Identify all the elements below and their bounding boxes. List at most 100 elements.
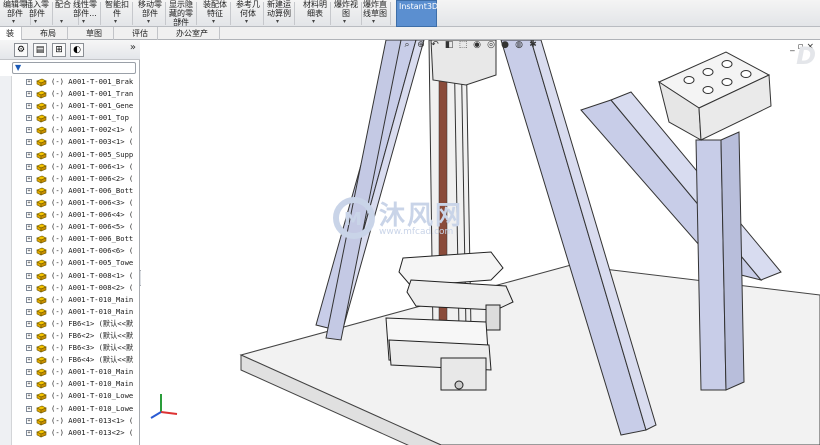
zoom-area-icon[interactable]: ⊕ xyxy=(415,40,427,56)
tree-item[interactable]: + (-) A001-T-010_Lowe xyxy=(26,403,138,415)
tree-item[interactable]: + (-) A001-T-010_Main xyxy=(26,378,138,390)
tree-item[interactable]: + (-) FB6<4> (默认<<默 xyxy=(26,354,138,366)
tree-item[interactable]: + (-) A001-T-002<1> ( xyxy=(26,124,138,136)
feature-tree-tab-icon[interactable]: ⚙ xyxy=(14,43,28,57)
tree-item[interactable]: + (-) A001-T-013<1> ( xyxy=(26,415,138,427)
collapse-icon[interactable]: » xyxy=(130,42,136,53)
chevron-down-icon[interactable]: ▾ xyxy=(343,17,346,26)
tree-item[interactable]: + (-) A001-T-001_Top xyxy=(26,112,138,124)
expand-icon[interactable]: + xyxy=(26,320,32,327)
tree-item[interactable]: + (-) A001-T-006<4> ( xyxy=(26,209,138,221)
tree-item[interactable]: + (-) A001-T-010_Lowe xyxy=(26,390,138,402)
chevron-down-icon[interactable]: ▾ xyxy=(178,17,181,26)
ribbon-button-6[interactable]: 显示隐 藏的零 部件 ▾ xyxy=(166,0,196,27)
expand-icon[interactable]: + xyxy=(26,357,32,364)
chevron-down-icon[interactable]: ▾ xyxy=(34,17,37,26)
ribbon-button-11[interactable]: 爆炸视 图 ▾ xyxy=(331,0,361,27)
expand-icon[interactable]: + xyxy=(26,272,32,279)
chevron-down-icon[interactable]: ▾ xyxy=(82,17,85,26)
chevron-down-icon[interactable]: ▾ xyxy=(114,17,117,26)
tree-item[interactable]: + (-) FB6<2> (默认<<默 xyxy=(26,330,138,342)
expand-icon[interactable]: + xyxy=(26,199,32,206)
ribbon-button-4[interactable]: 智能扣 件 ▾ xyxy=(102,0,132,27)
expand-icon[interactable]: + xyxy=(26,345,32,352)
filter-field[interactable]: ▼ xyxy=(12,62,136,74)
hide-show-icon[interactable]: ◎ xyxy=(485,40,497,56)
expand-icon[interactable]: + xyxy=(26,224,32,231)
tree-item[interactable]: + (-) A001-T-001_Brak xyxy=(26,76,138,88)
expand-icon[interactable]: + xyxy=(26,91,32,98)
tree-item[interactable]: + (-) A001-T-010_Main xyxy=(26,366,138,378)
expand-icon[interactable]: + xyxy=(26,417,32,424)
ribbon-button-9[interactable]: 新建运 动算例 ▾ xyxy=(264,0,294,27)
section-view-icon[interactable]: ◧ xyxy=(443,40,455,56)
settings-icon[interactable]: ✱ xyxy=(527,40,539,56)
expand-icon[interactable]: + xyxy=(26,163,32,170)
expand-icon[interactable]: + xyxy=(26,103,32,110)
chevron-down-icon[interactable]: ▾ xyxy=(372,17,375,26)
tree-item[interactable]: + (-) A001-T-006<5> ( xyxy=(26,221,138,233)
expand-icon[interactable]: + xyxy=(26,308,32,315)
tree-item[interactable]: + (-) A001-T-005_Supp xyxy=(26,149,138,161)
tree-item[interactable]: + (-) A001-T-008<1> ( xyxy=(26,270,138,282)
chevron-down-icon[interactable]: ▾ xyxy=(276,17,279,26)
expand-icon[interactable]: + xyxy=(26,127,32,134)
tab-3[interactable]: 评估 xyxy=(126,27,158,40)
expand-icon[interactable]: + xyxy=(26,79,32,85)
expand-icon[interactable]: + xyxy=(26,296,32,303)
tree-item[interactable]: + (-) FB6<1> (默认<<默 xyxy=(26,318,138,330)
tab-4[interactable]: 办公室产品 xyxy=(170,27,220,51)
display-tab-icon[interactable]: ◐ xyxy=(70,43,84,57)
expand-icon[interactable]: + xyxy=(26,381,32,388)
chevron-down-icon[interactable]: ▾ xyxy=(12,17,15,26)
ribbon-button-7[interactable]: 装配体 特征 ▾ xyxy=(200,0,230,27)
ribbon-button-5[interactable]: 移动零 部件 ▾ xyxy=(135,0,165,27)
tree-item[interactable]: + (-) A001-T-006<1> ( xyxy=(26,161,138,173)
tree-item[interactable]: + (-) A001-T-003<1> ( xyxy=(26,136,138,148)
tree-item[interactable]: + (-) A001-T-013<2> ( xyxy=(26,427,138,439)
expand-icon[interactable]: + xyxy=(26,236,32,243)
ribbon-button-10[interactable]: 材料明 细表 ▾ xyxy=(300,0,330,27)
tree-item[interactable]: + (-) A001-T-010_Main xyxy=(26,306,138,318)
expand-icon[interactable]: + xyxy=(26,212,32,219)
ribbon-button-8[interactable]: 参考几 何体 ▾ xyxy=(233,0,263,27)
ribbon-button-12[interactable]: 爆炸直 线草图 ▾ xyxy=(360,0,390,27)
expand-icon[interactable]: + xyxy=(26,332,32,339)
display-style-icon[interactable]: ◉ xyxy=(471,40,483,56)
ribbon-button-3[interactable]: 线性零 部件... ▾ xyxy=(70,0,100,27)
expand-icon[interactable]: + xyxy=(26,429,32,436)
expand-icon[interactable]: + xyxy=(26,248,32,255)
expand-icon[interactable]: + xyxy=(26,115,32,122)
tab-0[interactable]: 装配体 xyxy=(0,27,22,64)
expand-icon[interactable]: + xyxy=(26,175,32,182)
config-tab-icon[interactable]: ⊞ xyxy=(52,43,66,57)
expand-icon[interactable]: + xyxy=(26,405,32,412)
view-orientation-icon[interactable]: ⬚ xyxy=(457,40,469,56)
previous-view-icon[interactable]: ↶ xyxy=(429,40,441,56)
tree-item[interactable]: + (-) A001-T-006_Bott xyxy=(26,185,138,197)
tree-item[interactable]: + (-) A001-T-006<6> ( xyxy=(26,245,138,257)
chevron-down-icon[interactable]: ▾ xyxy=(60,17,63,26)
tree-item[interactable]: + (-) A001-T-005_Towe xyxy=(26,257,138,269)
graphics-viewport[interactable]: ⌕ ⊕ ↶ ◧ ⬚ ◉ ◎ ● ◍ ✱ _ ▫ × D M 沐风网 www.mf… xyxy=(141,40,820,445)
zoom-fit-icon[interactable]: ⌕ xyxy=(401,40,413,56)
expand-icon[interactable]: + xyxy=(26,284,32,291)
expand-icon[interactable]: + xyxy=(26,260,32,267)
tree-item[interactable]: + (-) A001-T-008<2> ( xyxy=(26,282,138,294)
property-tab-icon[interactable]: ▤ xyxy=(33,43,47,57)
expand-icon[interactable]: + xyxy=(26,369,32,376)
appearance-icon[interactable]: ● xyxy=(499,40,511,56)
expand-icon[interactable]: + xyxy=(26,393,32,400)
tab-2[interactable]: 草图 xyxy=(80,27,114,40)
tab-1[interactable]: 布局 xyxy=(34,27,68,40)
scene-icon[interactable]: ◍ xyxy=(513,40,525,56)
chevron-down-icon[interactable]: ▾ xyxy=(212,17,215,26)
tree-item[interactable]: + (-) A001-T-006_Bott xyxy=(26,233,138,245)
chevron-down-icon[interactable]: ▾ xyxy=(147,17,150,26)
expand-icon[interactable]: + xyxy=(26,151,32,158)
expand-icon[interactable]: + xyxy=(26,139,32,146)
chevron-down-icon[interactable]: ▾ xyxy=(245,17,248,26)
tree-item[interactable]: + (-) A001-T-010_Main xyxy=(26,294,138,306)
tree-item[interactable]: + (-) A001-T-001_Gene xyxy=(26,100,138,112)
tree-item[interactable]: + (-) FB6<3> (默认<<默 xyxy=(26,342,138,354)
